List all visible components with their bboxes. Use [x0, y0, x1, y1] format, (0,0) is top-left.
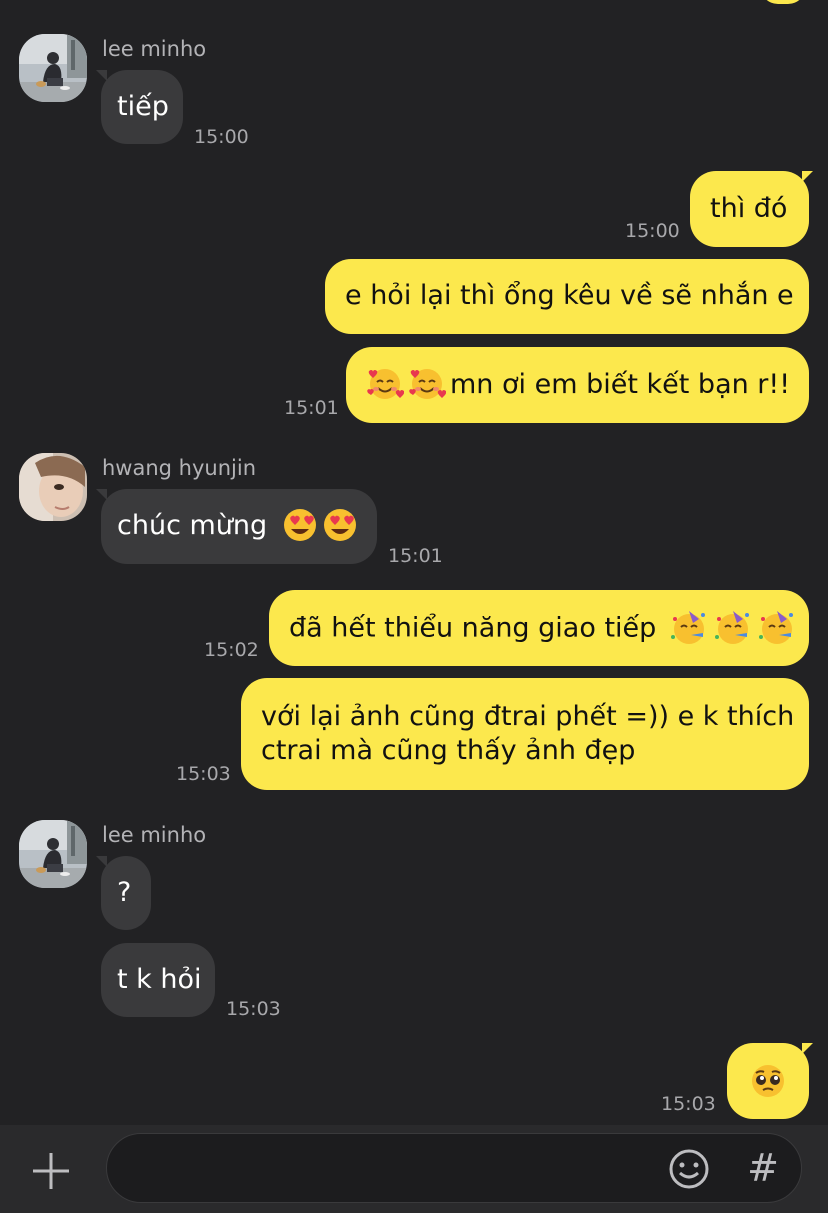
- sender-name: hwang hyunjin: [102, 456, 257, 480]
- hashtag-search-button[interactable]: #: [739, 1142, 787, 1194]
- bubble-tail: [802, 1043, 813, 1054]
- heart-eyes-icon: [323, 508, 356, 541]
- message-text: ?: [117, 877, 132, 908]
- sender-name: lee minho: [102, 37, 207, 61]
- outgoing-message-bubble[interactable]: mn ơi em biết kết bạn r!!: [346, 347, 809, 423]
- outgoing-message-bubble[interactable]: thì đó: [690, 171, 809, 247]
- avatar-hwang-hyunjin[interactable]: [19, 453, 87, 521]
- message-text-row: mn ơi em biết kết bạn r!!: [366, 368, 791, 403]
- plus-icon: [33, 1153, 69, 1189]
- message-text: e hỏi lại thì ổng kêu về sẽ nhắn e: [345, 280, 794, 311]
- message-timestamp: 15:03: [226, 998, 281, 1020]
- outgoing-message-bubble[interactable]: [727, 1043, 809, 1119]
- outgoing-message-bubble[interactable]: với lại ảnh cũng đtrai phết =)) e k thíc…: [241, 678, 809, 790]
- partying-face-icon: [758, 611, 793, 644]
- smiling-face-with-hearts-icon: [409, 368, 446, 399]
- smiling-face-with-hearts-icon: [367, 368, 404, 399]
- avatar-lee-minho[interactable]: [19, 34, 87, 102]
- message-list[interactable]: lee minho tiếp 15:00 15:00 thì đó e hỏi …: [0, 0, 828, 1125]
- message-field[interactable]: #: [106, 1133, 802, 1203]
- message-timestamp: 15:03: [176, 763, 231, 785]
- partying-face-icon: [714, 611, 749, 644]
- chat-screen: lee minho tiếp 15:00 15:00 thì đó e hỏi …: [0, 0, 828, 1213]
- emoji-picker-button[interactable]: [667, 1147, 711, 1191]
- previous-outgoing-bubble-edge: [760, 0, 806, 4]
- bubble-tail: [802, 171, 813, 182]
- message-timestamp: 15:01: [284, 397, 339, 419]
- message-text: đã hết thiểu năng giao tiếp: [289, 612, 657, 644]
- avatar-photo-street: [19, 34, 87, 102]
- sender-name: lee minho: [102, 823, 207, 847]
- outgoing-message-bubble[interactable]: e hỏi lại thì ổng kêu về sẽ nhắn e: [325, 259, 809, 334]
- message-input-bar: #: [0, 1125, 828, 1213]
- message-text: thì đó: [710, 193, 788, 224]
- message-text-line: với lại ảnh cũng đtrai phết =)) e k thíc…: [261, 701, 795, 732]
- avatar-lee-minho[interactable]: [19, 820, 87, 888]
- avatar-photo-portrait: [19, 453, 87, 521]
- message-input[interactable]: [131, 1148, 655, 1190]
- outgoing-message-bubble[interactable]: đã hết thiểu năng giao tiếp: [269, 590, 809, 666]
- smiley-icon: [669, 1149, 709, 1189]
- message-text: chúc mừng: [117, 510, 268, 541]
- message-text-row: chúc mừng: [117, 508, 361, 544]
- avatar-photo-street: [19, 820, 87, 888]
- heart-eyes-icon: [283, 508, 316, 541]
- partying-face-icon: [670, 611, 705, 644]
- message-text: t k hỏi: [117, 964, 202, 995]
- incoming-message-bubble[interactable]: t k hỏi: [101, 943, 215, 1017]
- message-text: tiếp: [117, 91, 169, 122]
- add-attachment-button[interactable]: [22, 1142, 80, 1200]
- message-timestamp: 15:02: [204, 639, 259, 661]
- message-text-line: ctrai mà cũng thấy ảnh đẹp: [261, 735, 636, 766]
- message-text: mn ơi em biết kết bạn r!!: [450, 369, 791, 400]
- message-timestamp: 15:00: [194, 126, 249, 148]
- message-timestamp: 15:00: [625, 220, 680, 242]
- incoming-message-bubble[interactable]: ?: [101, 856, 151, 930]
- message-timestamp: 15:03: [661, 1093, 716, 1115]
- incoming-message-bubble[interactable]: tiếp: [101, 70, 183, 144]
- message-text-row: đã hết thiểu năng giao tiếp: [289, 611, 793, 647]
- pleading-face-icon: [752, 1065, 784, 1097]
- message-timestamp: 15:01: [388, 545, 443, 567]
- incoming-message-bubble[interactable]: chúc mừng: [101, 489, 377, 564]
